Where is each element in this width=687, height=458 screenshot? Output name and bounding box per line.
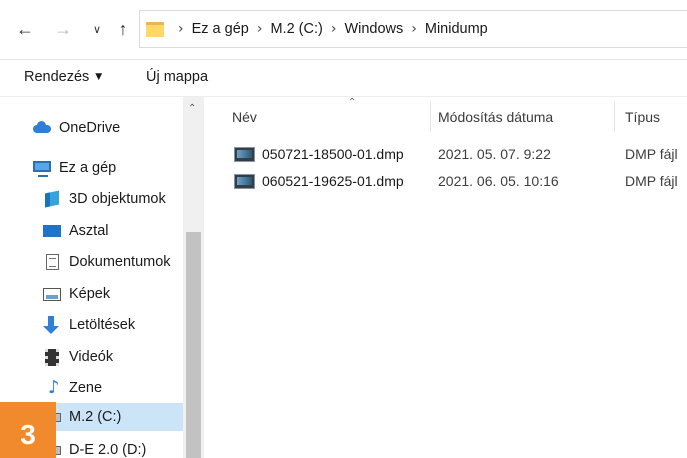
documents-icon xyxy=(42,253,62,271)
nav-item-onedrive[interactable]: OneDrive xyxy=(32,114,120,142)
file-type: DMP fájl xyxy=(625,173,678,189)
dump-file-icon xyxy=(234,147,255,162)
arrow-left-icon: ← xyxy=(16,18,34,39)
address-row: ← → ∨ ↑ › Ez a gép › M.2 (C:) › Windows … xyxy=(0,0,687,60)
recent-locations-button[interactable]: ∨ xyxy=(86,18,108,40)
nav-pane-scrollbar[interactable]: ⌃ xyxy=(183,97,204,458)
breadcrumb-this-pc[interactable]: Ez a gép xyxy=(192,21,249,37)
dump-file-icon xyxy=(234,174,255,189)
forward-button[interactable]: → xyxy=(52,18,74,40)
sort-button-label: Rendezés xyxy=(24,69,90,85)
scroll-up-icon[interactable]: ⌃ xyxy=(188,103,196,114)
nav-item-this-pc[interactable]: Ez a gép xyxy=(32,154,116,182)
new-folder-button[interactable]: Új mappa xyxy=(146,69,208,85)
file-modified: 2021. 05. 07. 9:22 xyxy=(438,146,551,162)
nav-item-label: D-E 2.0 (D:) xyxy=(69,442,147,458)
column-header-name[interactable]: Név xyxy=(232,109,257,125)
videos-icon xyxy=(42,348,62,366)
scrollbar-thumb[interactable] xyxy=(186,232,201,458)
computer-icon xyxy=(32,159,52,177)
nav-item-label: OneDrive xyxy=(59,120,121,136)
nav-item-label: M.2 (C:) xyxy=(69,409,122,425)
column-header-type[interactable]: Típus xyxy=(625,109,660,125)
step-badge: 3 xyxy=(0,402,56,458)
table-row[interactable]: 050721-18500-01.dmp 2021. 05. 07. 9:22 D… xyxy=(204,143,687,167)
breadcrumb-separator-icon[interactable]: › xyxy=(411,21,417,37)
nav-item-label: Zene xyxy=(69,380,103,396)
onedrive-icon xyxy=(32,119,52,137)
nav-item-pictures[interactable]: Képek xyxy=(42,280,110,308)
column-header-modified[interactable]: Módosítás dátuma xyxy=(438,109,553,125)
3d-objects-icon xyxy=(42,190,62,208)
file-modified: 2021. 06. 05. 10:16 xyxy=(438,173,559,189)
file-name: 060521-19625-01.dmp xyxy=(262,173,404,189)
breadcrumb-separator-icon[interactable]: › xyxy=(331,21,337,37)
command-bar: Rendezés ▼ Új mappa xyxy=(0,60,687,97)
column-divider[interactable] xyxy=(614,102,615,132)
arrow-right-icon: → xyxy=(54,18,72,39)
nav-item-downloads[interactable]: Letöltések xyxy=(42,311,135,339)
caret-down-icon: ▼ xyxy=(95,72,103,82)
column-divider[interactable] xyxy=(430,102,431,132)
nav-item-label: 3D objektumok xyxy=(69,191,166,207)
nav-item-label: Dokumentumok xyxy=(69,254,171,270)
address-bar[interactable]: › Ez a gép › M.2 (C:) › Windows › Minidu… xyxy=(139,10,687,48)
new-folder-label: Új mappa xyxy=(146,69,209,85)
breadcrumb-separator-icon[interactable]: › xyxy=(257,21,263,37)
breadcrumb-minidump[interactable]: Minidump xyxy=(425,21,488,37)
table-row[interactable]: 060521-19625-01.dmp 2021. 06. 05. 10:16 … xyxy=(204,170,687,194)
nav-item-drive-d[interactable]: D-E 2.0 (D:) xyxy=(42,436,146,458)
file-list: ⌃ Név Módosítás dátuma Típus 050721-1850… xyxy=(204,97,687,458)
downloads-icon xyxy=(42,316,62,334)
desktop-icon xyxy=(42,222,62,240)
sort-ascending-icon: ⌃ xyxy=(348,97,357,108)
breadcrumb-drive-c[interactable]: M.2 (C:) xyxy=(270,21,322,37)
file-type: DMP fájl xyxy=(625,146,678,162)
nav-item-label: Képek xyxy=(69,286,111,302)
nav-item-label: Ez a gép xyxy=(59,160,117,176)
nav-item-label: Letöltések xyxy=(69,317,136,333)
nav-item-label: Asztal xyxy=(69,223,109,239)
nav-item-desktop[interactable]: Asztal xyxy=(42,217,109,245)
up-button[interactable]: ↑ xyxy=(112,18,134,40)
back-button[interactable]: ← xyxy=(14,18,36,40)
folder-icon xyxy=(146,21,164,37)
nav-item-documents[interactable]: Dokumentumok xyxy=(42,248,171,276)
arrow-up-icon: ↑ xyxy=(118,18,128,39)
music-icon: ♪ xyxy=(48,377,60,398)
pictures-icon xyxy=(42,285,62,303)
nav-item-videos[interactable]: Videók xyxy=(42,343,113,371)
nav-item-3d-objects[interactable]: 3D objektumok xyxy=(42,185,166,213)
nav-item-label: Videók xyxy=(69,349,114,365)
nav-item-music[interactable]: ♪ Zene xyxy=(42,374,102,402)
file-name: 050721-18500-01.dmp xyxy=(262,146,404,162)
breadcrumb-windows[interactable]: Windows xyxy=(344,21,403,37)
sort-button[interactable]: Rendezés ▼ xyxy=(24,69,102,85)
breadcrumb-separator-icon[interactable]: › xyxy=(178,21,184,37)
chevron-down-icon: ∨ xyxy=(92,22,102,36)
